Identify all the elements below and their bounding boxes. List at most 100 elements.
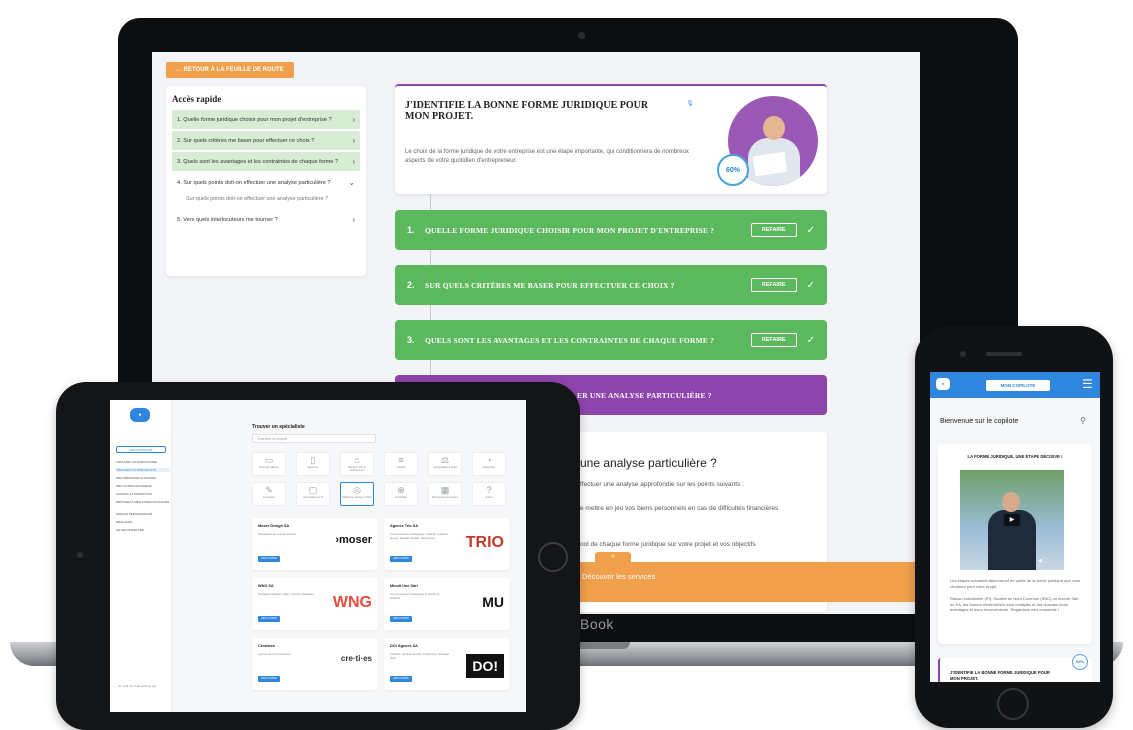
discover-button[interactable]: DÉCOUVRIR [258,616,280,622]
building-icon: ⊕ [397,485,405,495]
hamburger-menu-icon[interactable]: ☰ [1082,378,1093,390]
volume-fullscreen-icon[interactable]: ◀ ⛶ [1038,558,1047,564]
quick-item-5[interactable]: 5. Vers quels interlocuteurs me tourner … [172,210,360,229]
nav-item[interactable]: TROUVER UN PRESTATAIRE [116,460,170,464]
check-icon: ✓ [806,334,815,346]
nav-item[interactable]: RÉGLAGES [116,520,170,524]
provider-card[interactable]: WNG SA Stratégies digitales, Web, Intern… [252,578,378,630]
detail-line: ffectuer une analyse approfondie sur les… [580,481,744,488]
marketing-icon: ◎ [353,485,361,495]
main-title: Trouver un spécialiste [252,424,305,430]
redo-button[interactable]: REFAIRE [750,278,797,292]
play-icon[interactable]: ▶ [1004,514,1020,526]
quick-item-1[interactable]: 1. Quelle forme juridique choisir pour m… [172,110,360,129]
people-icon: ▦ [440,485,450,495]
provider-card[interactable]: Agence Trio SA Communication stratégique… [384,518,510,570]
redo-button[interactable]: REFAIRE [750,223,797,237]
audit-icon: ⚖ [440,455,450,465]
provider-logo: TRIO [465,534,504,551]
microphone-icon[interactable]: 🎙 [675,100,705,107]
provider-card[interactable]: Moser Design SA Prestations de marque id… [252,518,378,570]
provider-logo: DO! [466,654,504,678]
nav-item[interactable]: MES DEMANDES D'OFFRES [116,476,170,480]
quick-access-panel: Accès rapide 1. Quelle forme juridique c… [166,86,366,276]
discover-button[interactable]: DÉCOUVRIR [390,616,412,622]
discover-button[interactable]: DÉCOUVRIR [258,556,280,562]
app-logo[interactable]: ● [130,408,150,422]
redo-button[interactable]: REFAIRE [750,333,797,347]
provider-logo: MU [482,594,504,610]
discover-button[interactable]: DÉCOUVRIR [258,676,280,682]
detail-line: e mettre en jeu vos biens personnels en … [580,505,779,512]
check-icon: ✓ [806,224,815,236]
detail-title: une analyse particulière ? [580,456,717,470]
step-3[interactable]: 3. QUELS SONT LES AVANTAGES ET LES CONTR… [395,320,827,360]
card-text: Les étapes suivantes dépendront en parti… [950,578,1081,589]
discover-toggle[interactable]: ^ [595,552,631,566]
phone-speaker [986,352,1022,356]
tablet-sidebar: ● MON COPILOTE TROUVER UN PRESTATAIRE TR… [110,400,172,712]
category-tile[interactable]: ✎ Formation [252,482,286,506]
sidebar-footer: Un outil mis à disposition par [118,684,157,688]
nav-item[interactable]: MES AUTRES DOSSIERS [116,484,170,488]
laptop-camera [578,32,585,39]
phone-step-card[interactable]: 60% J'IDENTIFIE LA BONNE FORME JURIDIQUE… [938,654,1092,682]
discover-button[interactable]: DÉCOUVRIR [390,556,412,562]
category-tile[interactable]: ▯ Expertise [296,452,330,476]
discover-button[interactable]: DÉCOUVRIR [390,676,412,682]
category-tile[interactable]: ⊕ Immobilier [384,482,418,506]
step-1[interactable]: 1. QUELLE FORME JURIDIQUE CHOISIR POUR M… [395,210,827,250]
copilot-button[interactable]: MON COPILOTE [116,446,166,453]
category-tile[interactable]: ⚖ Comptabilité & Audit [428,452,462,476]
nav-item[interactable]: DÉPOSER À MES INTERLOCUTEURS [116,500,170,504]
chevron-right-icon: › [352,136,355,145]
category-tile[interactable]: ◔ Assurance [472,452,506,476]
quick-sub-item[interactable]: Sur quels points doit-on effectuer une a… [172,194,360,210]
provider-card[interactable]: DO! Agence SA Publicité, identité visuel… [384,638,510,690]
provider-logo: ›moser [335,534,372,546]
nav-item[interactable]: ESPACE PERSONNALISÉ [116,512,170,516]
tablet-screen: ● MON COPILOTE TROUVER UN PRESTATAIRE TR… [110,400,526,712]
category-tile[interactable]: ? Autres [472,482,506,506]
video-player[interactable]: ▶ ◀ ⛶ [960,470,1064,570]
category-tile[interactable]: ⌂ Banque, Prêt & Financement [340,452,374,476]
chevron-right-icon: › [352,215,355,224]
intro-card: J'IDENTIFIE LA BONNE FORME JURIDIQUE POU… [395,84,827,194]
category-tile-selected[interactable]: ◎ Marketing, Design & Web [340,482,374,506]
presenter-head [1002,492,1020,512]
filter-icon[interactable]: ⚲ [1080,416,1086,425]
back-to-roadmap-button[interactable]: ← RETOUR À LA FEUILLE DE ROUTE [166,62,294,78]
laptop-brand: Book [580,616,614,632]
step-title: J'IDENTIFIE LA BONNE FORME JURIDIQUE POU… [950,670,1050,681]
bank-icon: ⌂ [354,455,360,465]
quick-item-4[interactable]: 4. Sur quels points doit-on effectuer un… [172,173,360,192]
search-input[interactable]: Chercher un expert [252,434,376,443]
welcome-text: Bienvenue sur le copilote [940,418,1019,425]
category-tile[interactable]: ≡ Juristes [384,452,418,476]
app-logo[interactable]: ● [936,378,950,390]
phone-screen: ● MON COPILOTE ☰ Bienvenue sur le copilo… [930,372,1100,682]
nav-item-active[interactable]: TROUVER UN SPÉCIALISTE [116,468,170,472]
nav-item[interactable]: SE DÉCONNECTER [116,528,170,532]
chevron-down-icon: ⌄ [348,178,355,187]
step-2[interactable]: 2. SUR QUELS CRITÈRES ME BASER POUR EFFE… [395,265,827,305]
discover-services-bar[interactable] [572,562,920,602]
intro-text: Le choix de la forme juridique de votre … [405,149,689,164]
discover-services-label[interactable]: Découvrir les services [582,572,655,581]
provider-logo: cre·ti·es [340,654,372,663]
category-tile[interactable]: ▦ Ressources Humaines [428,482,462,506]
category-tile[interactable]: ▭ Droit des affaires [252,452,286,476]
scale-icon: ≡ [398,455,404,465]
provider-logo: WNG [332,594,372,611]
provider-card[interactable]: Minuit Une Sàrl Communication stratégiqu… [384,578,510,630]
quick-item-2[interactable]: 2. Sur quels critères me baser pour effe… [172,131,360,150]
quick-item-3[interactable]: 3. Quels sont les avantages et les contr… [172,152,360,171]
category-tile[interactable]: ▢ Informatique & IT [296,482,330,506]
copilot-button[interactable]: MON COPILOTE [986,380,1050,391]
question-icon: ? [486,485,492,495]
graduation-icon: ✎ [265,485,273,495]
nav-item[interactable]: AGENDA & FORMATIONS [116,492,170,496]
provider-card[interactable]: Creatives Agence de communication DÉCOUV… [252,638,378,690]
phone-home-button [997,688,1029,720]
phone-card: LA FORME JURIDIQUE, UNE ÉTAPE DÉCISIVE !… [938,444,1092,644]
